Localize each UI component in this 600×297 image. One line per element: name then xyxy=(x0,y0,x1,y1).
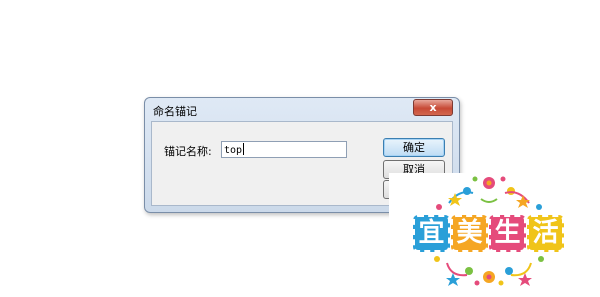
bottom-flowers xyxy=(434,256,544,286)
top-flowers xyxy=(436,176,542,210)
anchor-name-input[interactable]: top xyxy=(221,141,347,158)
logo-char: 活 xyxy=(527,215,564,252)
dialog-titlebar[interactable]: 命名锚记 x xyxy=(145,98,459,121)
ok-button[interactable]: 确定 xyxy=(383,138,445,157)
dialog-title: 命名锚记 xyxy=(153,105,197,118)
text-caret xyxy=(243,143,245,155)
logo-char: 美 xyxy=(451,215,488,252)
logo-char: 宜 xyxy=(413,215,450,252)
logo-text: 宜 美 生 活 xyxy=(413,215,565,252)
close-icon: x xyxy=(429,101,437,114)
logo-char: 生 xyxy=(489,215,526,252)
close-button[interactable]: x xyxy=(413,99,453,116)
anchor-name-value: top xyxy=(224,145,243,156)
anchor-name-label: 锚记名称: xyxy=(164,145,212,158)
watermark-logo: 宜 美 生 活 xyxy=(389,173,591,289)
